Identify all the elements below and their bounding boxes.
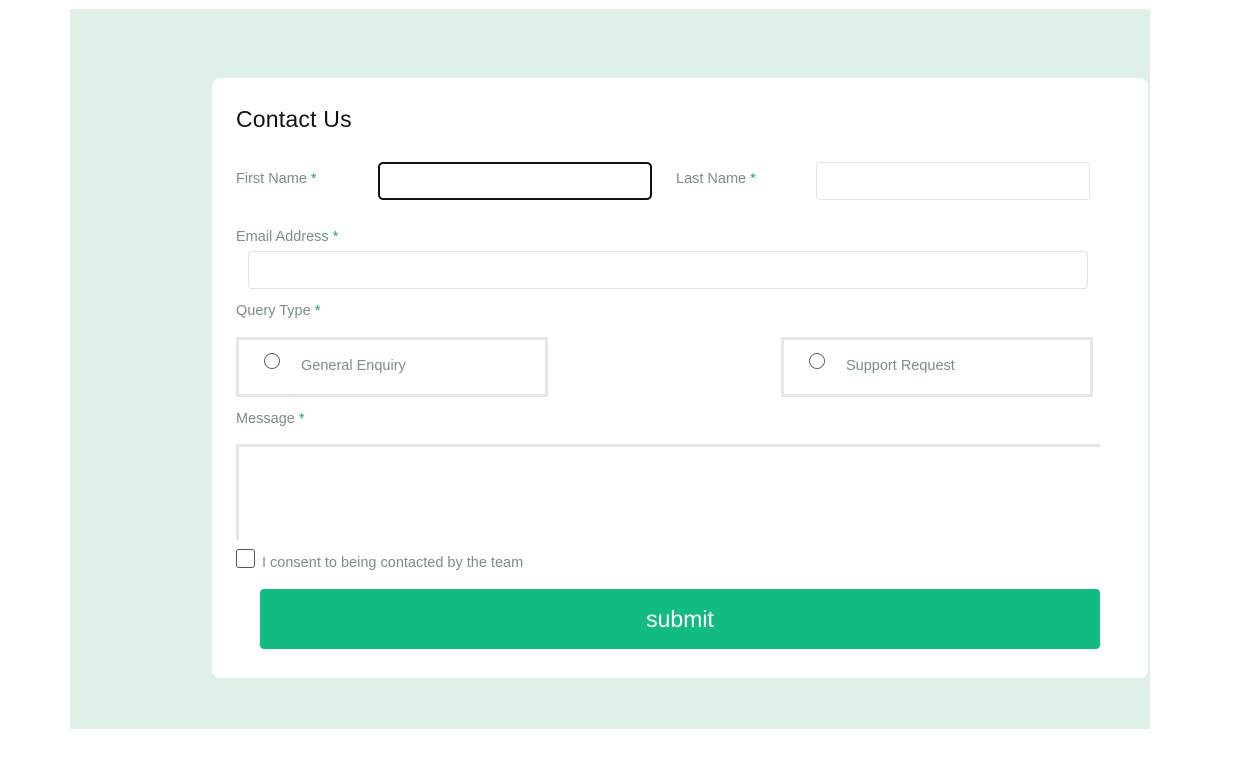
required-mark: * <box>314 303 321 319</box>
radio-button-support-request[interactable] <box>809 353 825 369</box>
first-name-input[interactable] <box>378 162 652 200</box>
message-textarea[interactable] <box>236 444 1100 540</box>
radio-label-general-enquiry: General Enquiry <box>301 358 406 374</box>
radio-button-general-enquiry[interactable] <box>264 353 280 369</box>
contact-form-card: Contact Us First Name * Last Name * Email … <box>212 78 1148 678</box>
radio-option-support-request[interactable]: Support Request <box>781 337 1093 397</box>
email-label: Email Address * <box>236 229 338 245</box>
consent-label: I consent to being contacted by the team <box>262 555 524 571</box>
required-mark: * <box>310 171 317 187</box>
message-label: Message * <box>236 411 305 427</box>
last-name-input[interactable] <box>816 162 1090 200</box>
required-mark: * <box>332 229 339 245</box>
email-input[interactable] <box>248 251 1088 289</box>
radio-option-general-enquiry[interactable]: General Enquiry <box>236 337 548 397</box>
submit-button[interactable]: submit <box>260 589 1100 649</box>
consent-checkbox[interactable] <box>236 549 255 568</box>
form-title: Contact Us <box>236 106 352 132</box>
last-name-label-text: Last Name <box>676 171 747 187</box>
message-label-text: Message <box>236 411 295 427</box>
page-backdrop: Contact Us First Name * Last Name * Email … <box>70 9 1150 729</box>
first-name-label: First Name * <box>236 171 317 187</box>
required-mark: * <box>750 171 756 187</box>
email-label-text: Email Address <box>236 229 329 245</box>
query-type-label-text: Query Type <box>236 303 311 319</box>
last-name-label: Last Name * <box>676 171 756 187</box>
first-name-label-text: First Name <box>236 171 307 187</box>
radio-label-support-request: Support Request <box>846 358 955 374</box>
query-type-label: Query Type * <box>236 303 320 319</box>
required-mark: * <box>298 411 305 427</box>
